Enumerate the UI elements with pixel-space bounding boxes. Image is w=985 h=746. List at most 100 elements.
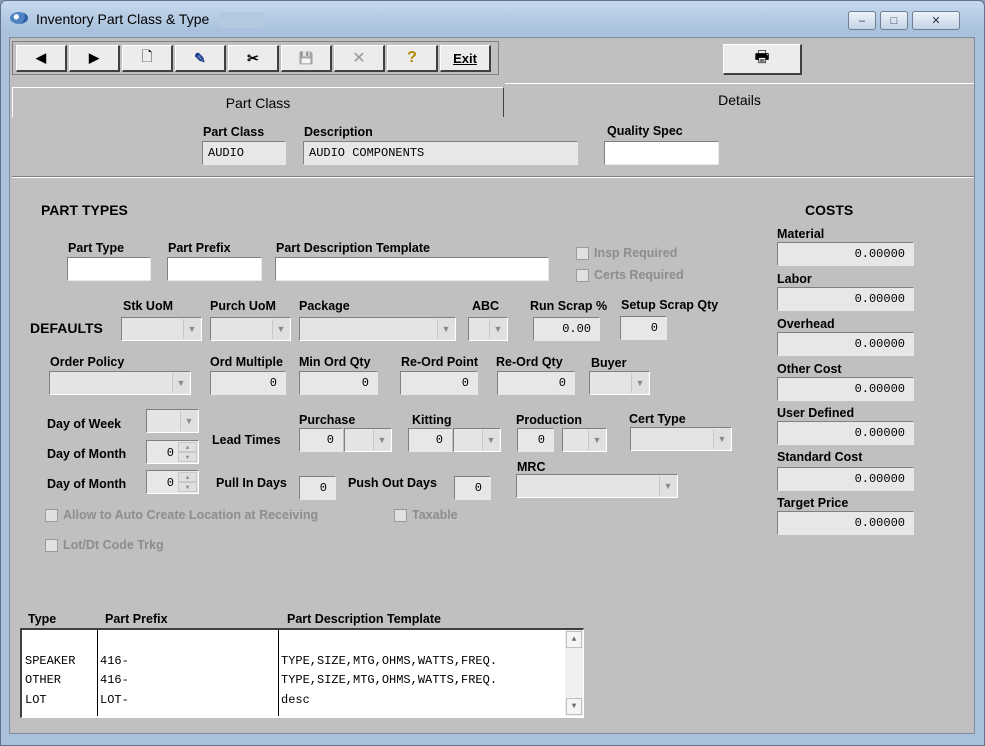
cost-label-material: Material [777, 227, 825, 241]
part-prefix-field[interactable] [167, 257, 262, 281]
checkbox-box [576, 246, 589, 260]
chevron-down-icon: ▼ [659, 476, 676, 496]
purchase-label: Purchase [299, 413, 356, 427]
table-row[interactable]: LOT LOT- desc [22, 693, 562, 711]
cost-field-material[interactable]: 0.00000 [777, 242, 914, 266]
maximize-button[interactable]: □ [880, 11, 908, 30]
insp-required-checkbox[interactable]: Insp Required [576, 246, 677, 260]
day-of-week-dropdown[interactable]: ▼ [146, 409, 199, 433]
day-of-month-1-stepper[interactable]: 0 ▲ ▼ [146, 440, 199, 464]
min-ord-qty-field[interactable]: 0 [299, 371, 378, 395]
spin-down-icon[interactable]: ▼ [178, 482, 197, 492]
prev-record-button[interactable]: ◀ [16, 45, 67, 72]
defaults-heading: DEFAULTS [30, 320, 103, 336]
push-out-days-label: Push Out Days [348, 476, 437, 490]
day-of-month-2-stepper[interactable]: 0 ▲ ▼ [146, 470, 199, 494]
scissors-icon: ✂ [247, 49, 259, 66]
maximize-icon: □ [890, 14, 898, 27]
cut-button[interactable]: ✂ [228, 45, 279, 72]
cost-field-labor[interactable]: 0.00000 [777, 287, 914, 311]
close-icon: ✕ [931, 15, 941, 27]
abc-dropdown[interactable]: ▼ [468, 317, 508, 341]
setup-scrap-field[interactable]: 0 [620, 316, 667, 340]
part-types-table[interactable]: SPEAKER 416- TYPE,SIZE,MTG,OHMS,WATTS,FR… [20, 628, 584, 718]
order-policy-dropdown[interactable]: ▼ [49, 371, 191, 395]
checkbox-box [45, 538, 58, 552]
stk-uom-dropdown[interactable]: ▼ [121, 317, 202, 341]
exit-button[interactable]: Exit [440, 45, 491, 72]
cost-label-other: Other Cost [777, 362, 842, 376]
cost-field-overhead[interactable]: 0.00000 [777, 332, 914, 356]
printer-icon: 🖶 [754, 48, 770, 66]
costs-heading: COSTS [805, 202, 854, 218]
quality-spec-field[interactable] [604, 141, 719, 165]
chevron-down-icon: ▼ [272, 319, 289, 339]
taxable-checkbox[interactable]: Taxable [394, 508, 458, 522]
spin-up-icon[interactable]: ▲ [178, 472, 197, 482]
arrow-left-icon: ◀ [36, 50, 46, 65]
checkbox-box [394, 508, 407, 522]
edit-record-button[interactable]: ✎ [175, 45, 226, 72]
scroll-up-icon[interactable]: ▲ [566, 631, 582, 648]
close-button[interactable]: ✕ [912, 11, 960, 30]
new-document-icon: 🗋 [141, 48, 153, 64]
lot-dt-code-checkbox[interactable]: Lot/Dt Code Trkg [45, 538, 164, 552]
tab-details[interactable]: Details [505, 83, 974, 116]
help-button[interactable]: ? [387, 45, 438, 72]
production-lead-unit-dropdown[interactable]: ▼ [562, 428, 607, 452]
reord-point-field[interactable]: 0 [400, 371, 478, 395]
purchase-lead-unit-dropdown[interactable]: ▼ [344, 428, 392, 452]
ord-multiple-field[interactable]: 0 [210, 371, 286, 395]
table-cell-template: TYPE,SIZE,MTG,OHMS,WATTS,FREQ. [281, 673, 498, 687]
minimize-button[interactable]: – [848, 11, 876, 30]
table-scrollbar[interactable]: ▲ ▼ [565, 630, 583, 716]
mrc-dropdown[interactable]: ▼ [516, 474, 678, 498]
tab-part-class[interactable]: Part Class [12, 87, 504, 117]
cost-field-target-price[interactable]: 0.00000 [777, 511, 914, 535]
chevron-down-icon: ▼ [373, 430, 390, 450]
delete-button[interactable]: ✕ [334, 45, 385, 72]
part-class-field[interactable]: AUDIO [202, 141, 286, 165]
reord-qty-field[interactable]: 0 [497, 371, 575, 395]
new-record-button[interactable]: 🗋 [122, 45, 173, 72]
spin-down-icon[interactable]: ▼ [178, 452, 197, 462]
mrc-label: MRC [517, 460, 546, 474]
push-out-days-field[interactable]: 0 [454, 476, 491, 500]
grid-header-template: Part Description Template [287, 612, 441, 626]
part-type-field[interactable] [67, 257, 151, 281]
table-row[interactable]: SPEAKER 416- TYPE,SIZE,MTG,OHMS,WATTS,FR… [22, 654, 562, 672]
production-lead-field[interactable]: 0 [517, 428, 554, 452]
allow-auto-create-checkbox[interactable]: Allow to Auto Create Location at Receivi… [45, 508, 318, 522]
kitting-lead-unit-dropdown[interactable]: ▼ [453, 428, 501, 452]
part-class-label: Part Class [203, 125, 265, 139]
cost-field-other[interactable]: 0.00000 [777, 377, 914, 401]
buyer-dropdown[interactable]: ▼ [589, 371, 650, 395]
tab-part-class-label: Part Class [225, 94, 291, 111]
chevron-down-icon: ▼ [713, 429, 730, 449]
purch-uom-label: Purch UoM [210, 299, 276, 313]
reord-qty-label: Re-Ord Qty [496, 355, 563, 369]
print-button[interactable]: 🖶 [723, 44, 802, 75]
description-field[interactable]: AUDIO COMPONENTS [303, 141, 578, 165]
certs-required-label: Certs Required [594, 268, 684, 282]
kitting-lead-field[interactable]: 0 [408, 428, 452, 452]
cost-field-user-defined[interactable]: 0.00000 [777, 421, 914, 445]
cost-field-standard[interactable]: 0.00000 [777, 467, 914, 491]
run-scrap-field[interactable]: 0.00 [533, 317, 600, 341]
grid-header-type: Type [28, 612, 57, 626]
certs-required-checkbox[interactable]: Certs Required [576, 268, 684, 282]
package-dropdown[interactable]: ▼ [299, 317, 456, 341]
order-policy-label: Order Policy [50, 355, 125, 369]
template-field[interactable] [275, 257, 549, 281]
cert-type-dropdown[interactable]: ▼ [630, 427, 732, 451]
scroll-down-icon[interactable]: ▼ [566, 698, 582, 715]
next-record-button[interactable]: ▶ [69, 45, 120, 72]
pull-in-days-field[interactable]: 0 [299, 476, 336, 500]
min-ord-qty-label: Min Ord Qty [299, 355, 371, 369]
spin-up-icon[interactable]: ▲ [178, 442, 197, 452]
save-button[interactable]: 💾 [281, 45, 332, 72]
part-types-heading: PART TYPES [41, 202, 128, 218]
table-row[interactable]: OTHER 416- TYPE,SIZE,MTG,OHMS,WATTS,FREQ… [22, 673, 562, 691]
purch-uom-dropdown[interactable]: ▼ [210, 317, 291, 341]
purchase-lead-field[interactable]: 0 [299, 428, 343, 452]
